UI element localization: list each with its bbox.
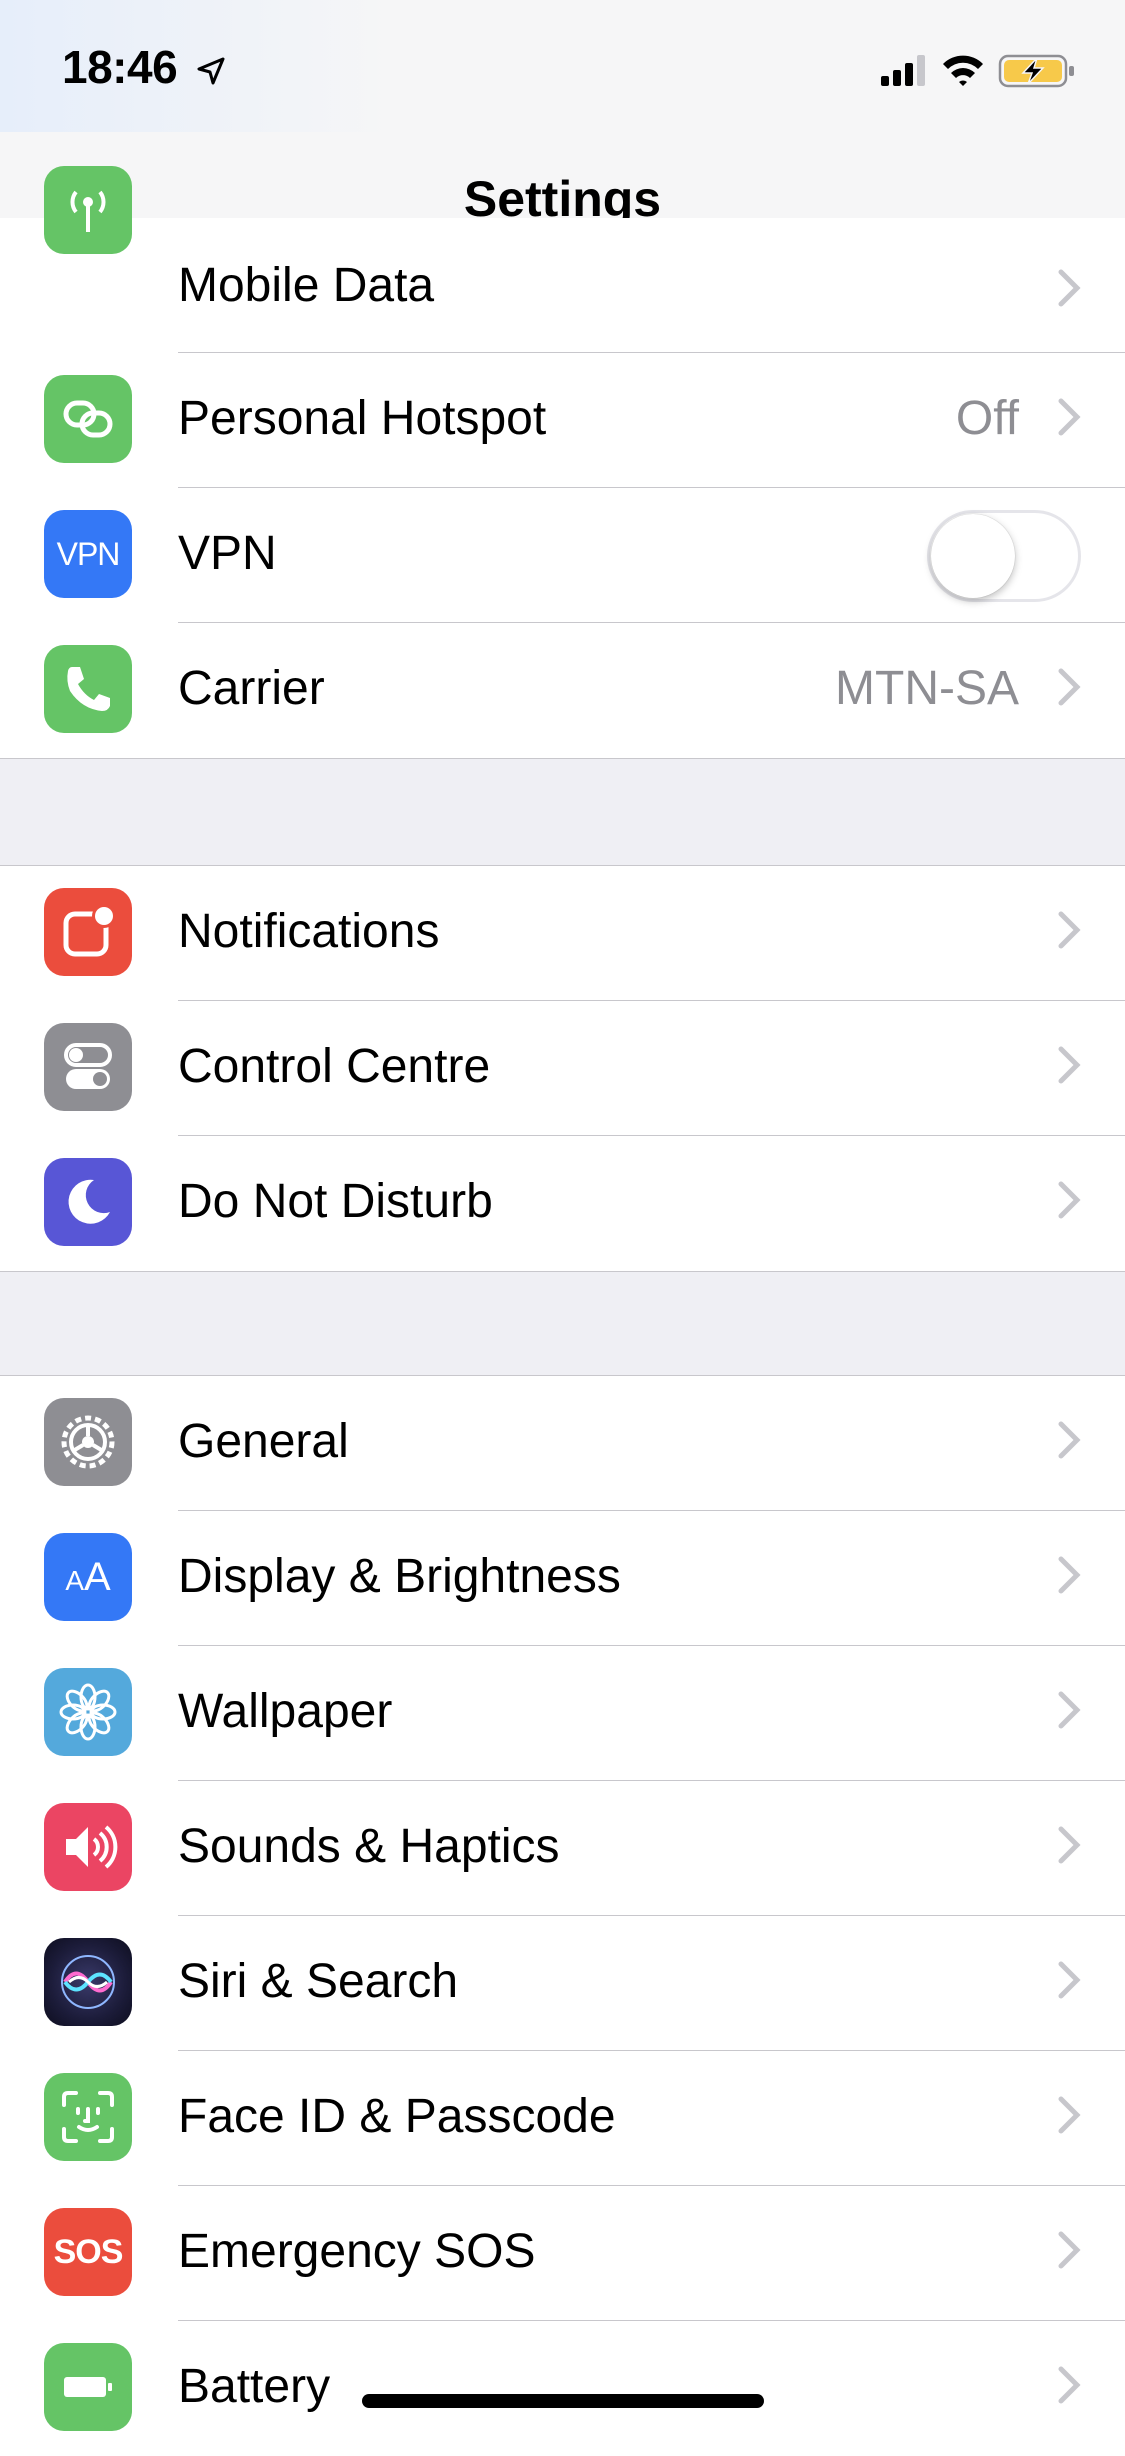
- vpn-icon: VPN: [44, 510, 132, 598]
- chevron-right-icon: [1058, 398, 1081, 436]
- settings-row-personal-hotspot[interactable]: Personal Hotspot Off: [0, 353, 1125, 488]
- chevron-right-icon: [1058, 1556, 1081, 1594]
- chevron-right-icon: [1058, 1181, 1081, 1219]
- settings-row-label: Carrier: [178, 662, 325, 715]
- settings-row-label: Control Centre: [178, 1040, 491, 1093]
- text-size-icon-text: AA: [65, 1555, 110, 1600]
- chevron-right-icon: [1058, 269, 1081, 307]
- settings-row-siri-search[interactable]: Siri & Search: [0, 1916, 1125, 2051]
- settings-row-display-brightness[interactable]: AA Display & Brightness: [0, 1511, 1125, 1646]
- settings-row-label: Mobile Data: [178, 259, 435, 312]
- chevron-right-icon: [1058, 2231, 1081, 2269]
- settings-row-label: General: [178, 1415, 349, 1468]
- settings-row-carrier[interactable]: Carrier MTN-SA: [0, 623, 1125, 758]
- status-bar: 18:46: [0, 0, 1125, 132]
- settings-row-sounds-haptics[interactable]: Sounds & Haptics: [0, 1781, 1125, 1916]
- chevron-right-icon: [1058, 2366, 1081, 2404]
- settings-row-value: MTN-SA: [835, 662, 1019, 715]
- settings-section-connectivity-rest: Personal Hotspot Off VPN VPN Carrier MTN…: [0, 353, 1125, 759]
- moon-icon: [44, 1158, 132, 1246]
- vpn-icon-text: VPN: [56, 535, 121, 572]
- settings-row-control-centre[interactable]: Control Centre: [0, 1001, 1125, 1136]
- phone-icon: [44, 645, 132, 733]
- settings-row-label: Sounds & Haptics: [178, 1820, 560, 1873]
- home-indicator[interactable]: [362, 2394, 764, 2408]
- cellular-signal-icon: [881, 55, 925, 86]
- chevron-right-icon: [1058, 1961, 1081, 1999]
- vpn-toggle[interactable]: [927, 510, 1081, 602]
- status-icons: [881, 54, 1074, 88]
- chevron-right-icon: [1058, 1826, 1081, 1864]
- flower-icon: [44, 1668, 132, 1756]
- settings-row-emergency-sos[interactable]: SOS Emergency SOS: [0, 2186, 1125, 2321]
- toggle-knob: [931, 514, 1015, 598]
- settings-row-label: Face ID & Passcode: [178, 2090, 616, 2143]
- siri-icon: [44, 1938, 132, 2026]
- chevron-right-icon: [1058, 1046, 1081, 1084]
- text-size-icon: AA: [44, 1533, 132, 1621]
- wifi-icon: [943, 55, 983, 86]
- settings-row-label: Display & Brightness: [178, 1550, 621, 1603]
- settings-row-mobile-data[interactable]: Mobile Data: [0, 166, 1125, 353]
- sos-icon: SOS: [44, 2208, 132, 2296]
- status-time: 18:46: [62, 41, 178, 93]
- notifications-icon: [44, 888, 132, 976]
- settings-row-label: Personal Hotspot: [178, 392, 547, 445]
- settings-row-label: Notifications: [178, 905, 440, 958]
- sos-icon-text: SOS: [53, 2232, 124, 2271]
- face-id-icon: [44, 2073, 132, 2161]
- settings-row-label: Wallpaper: [178, 1685, 393, 1738]
- settings-row-general[interactable]: General: [0, 1376, 1125, 1511]
- settings-section-device: General AA Display & Brightness Wallpape…: [0, 1375, 1125, 2456]
- settings-row-do-not-disturb[interactable]: Do Not Disturb: [0, 1136, 1125, 1271]
- chevron-right-icon: [1058, 911, 1081, 949]
- battery-charging-icon: [998, 54, 1074, 88]
- settings-section-alerts: Notifications Control Centre Do Not Dist…: [0, 865, 1125, 1272]
- chevron-right-icon: [1058, 1691, 1081, 1729]
- chevron-right-icon: [1058, 1421, 1081, 1459]
- settings-row-label: Emergency SOS: [178, 2225, 536, 2278]
- chevron-right-icon: [1058, 668, 1081, 706]
- gear-icon: [44, 1398, 132, 1486]
- battery-icon: [44, 2343, 132, 2431]
- location-arrow-icon: [197, 57, 225, 85]
- large-a: A: [84, 1554, 111, 1599]
- settings-section-connectivity: Mobile Data: [0, 166, 1125, 354]
- small-a: A: [65, 1564, 84, 1596]
- settings-row-face-id-passcode[interactable]: Face ID & Passcode: [0, 2051, 1125, 2186]
- settings-row-wallpaper[interactable]: Wallpaper: [0, 1646, 1125, 1781]
- settings-row-label: Siri & Search: [178, 1955, 459, 2008]
- antenna-icon: [44, 166, 132, 254]
- settings-row-label: Do Not Disturb: [178, 1175, 493, 1228]
- settings-row-notifications[interactable]: Notifications: [0, 866, 1125, 1001]
- settings-row-label: Battery: [178, 2360, 331, 2413]
- speaker-icon: [44, 1803, 132, 1891]
- settings-row-label: VPN: [178, 527, 277, 580]
- hotspot-icon: [44, 375, 132, 463]
- chevron-right-icon: [1058, 2096, 1081, 2134]
- settings-row-vpn[interactable]: VPN VPN: [0, 488, 1125, 623]
- settings-row-value: Off: [955, 392, 1019, 445]
- switches-icon: [44, 1023, 132, 1111]
